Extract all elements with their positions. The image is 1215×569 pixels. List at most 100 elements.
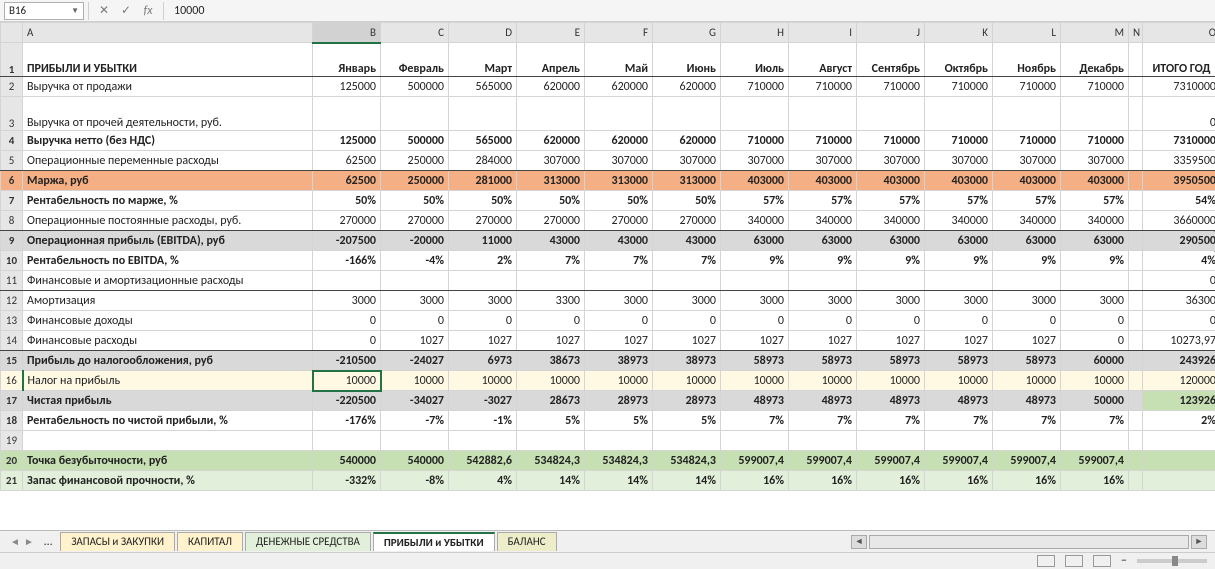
column-header-I[interactable]: I	[789, 23, 857, 43]
cell-H20[interactable]: 599007,4	[721, 451, 789, 471]
row-header-1[interactable]: 1	[1, 43, 23, 77]
column-header-D[interactable]: D	[449, 23, 517, 43]
cell-D3[interactable]	[449, 97, 517, 131]
select-all-corner[interactable]	[1, 23, 23, 43]
cell-F7[interactable]: 50%	[585, 191, 653, 211]
cancel-icon[interactable]: ✕	[93, 3, 115, 18]
scroll-right-icon[interactable]: ►	[1191, 535, 1207, 549]
cell-B2[interactable]: 125000	[313, 77, 381, 97]
cell-K11[interactable]	[925, 271, 993, 291]
cell-L13[interactable]: 0	[993, 311, 1061, 331]
cell-I16[interactable]: 10000	[789, 371, 857, 391]
cell-F20[interactable]: 534824,3	[585, 451, 653, 471]
column-header-B[interactable]: B	[313, 23, 381, 43]
cell-D10[interactable]: 2%	[449, 251, 517, 271]
cell-I20[interactable]: 599007,4	[789, 451, 857, 471]
cell-F14[interactable]: 1027	[585, 331, 653, 351]
row-header-18[interactable]: 18	[1, 411, 23, 431]
cell-A2[interactable]: Выручка от продажи	[23, 77, 313, 97]
cell-H16[interactable]: 10000	[721, 371, 789, 391]
row-header-9[interactable]: 9	[1, 231, 23, 251]
row-header-4[interactable]: 4	[1, 131, 23, 151]
cell-C19[interactable]	[381, 431, 449, 451]
cell-N17[interactable]	[1129, 391, 1143, 411]
cell-H1[interactable]: Июль	[721, 43, 789, 77]
cell-K15[interactable]: 58973	[925, 351, 993, 371]
column-header-H[interactable]: H	[721, 23, 789, 43]
cell-A12[interactable]: Амортизация	[23, 291, 313, 311]
cell-B20[interactable]: 540000	[313, 451, 381, 471]
cell-H21[interactable]: 16%	[721, 471, 789, 491]
cell-E21[interactable]: 14%	[517, 471, 585, 491]
cell-E20[interactable]: 534824,3	[517, 451, 585, 471]
cell-B6[interactable]: 62500	[313, 171, 381, 191]
cell-F19[interactable]	[585, 431, 653, 451]
cell-H3[interactable]	[721, 97, 789, 131]
cell-O20[interactable]	[1143, 451, 1215, 471]
cell-N18[interactable]	[1129, 411, 1143, 431]
cell-E10[interactable]: 7%	[517, 251, 585, 271]
cell-I12[interactable]: 3000	[789, 291, 857, 311]
cell-G13[interactable]: 0	[653, 311, 721, 331]
cell-E12[interactable]: 3300	[517, 291, 585, 311]
cell-E3[interactable]	[517, 97, 585, 131]
cell-J17[interactable]: 48973	[857, 391, 925, 411]
cell-O13[interactable]: 0	[1143, 311, 1215, 331]
cell-E15[interactable]: 38673	[517, 351, 585, 371]
cell-E4[interactable]: 620000	[517, 131, 585, 151]
cell-H19[interactable]	[721, 431, 789, 451]
cell-J18[interactable]: 7%	[857, 411, 925, 431]
cell-F15[interactable]: 38973	[585, 351, 653, 371]
cell-O18[interactable]: 2%	[1143, 411, 1215, 431]
cell-C5[interactable]: 250000	[381, 151, 449, 171]
view-normal-icon[interactable]	[1037, 555, 1055, 567]
cell-E9[interactable]: 43000	[517, 231, 585, 251]
cell-M6[interactable]: 403000	[1061, 171, 1129, 191]
row-header-12[interactable]: 12	[1, 291, 23, 311]
cell-D16[interactable]: 10000	[449, 371, 517, 391]
cell-H14[interactable]: 1027	[721, 331, 789, 351]
cell-J14[interactable]: 1027	[857, 331, 925, 351]
cell-J8[interactable]: 340000	[857, 211, 925, 231]
cell-N2[interactable]	[1129, 77, 1143, 97]
cell-K14[interactable]: 1027	[925, 331, 993, 351]
cell-G5[interactable]: 307000	[653, 151, 721, 171]
row-header-11[interactable]: 11	[1, 271, 23, 291]
tab-more[interactable]: …	[36, 535, 60, 549]
cell-A11[interactable]: Финансовые и амортизационные расходы	[23, 271, 313, 291]
cell-F18[interactable]: 5%	[585, 411, 653, 431]
cell-D20[interactable]: 542882,6	[449, 451, 517, 471]
cell-K18[interactable]: 7%	[925, 411, 993, 431]
cell-G10[interactable]: 7%	[653, 251, 721, 271]
cell-E17[interactable]: 28673	[517, 391, 585, 411]
cell-M18[interactable]: 7%	[1061, 411, 1129, 431]
cell-F8[interactable]: 270000	[585, 211, 653, 231]
cell-M13[interactable]: 0	[1061, 311, 1129, 331]
cell-C11[interactable]	[381, 271, 449, 291]
cell-A17[interactable]: Чистая прибыль	[23, 391, 313, 411]
sheet-tab[interactable]: ПРИБЫЛИ и УБЫТКИ	[373, 532, 495, 551]
cell-F9[interactable]: 43000	[585, 231, 653, 251]
cell-K8[interactable]: 340000	[925, 211, 993, 231]
formula-input[interactable]: 10000	[168, 4, 1215, 18]
cell-O7[interactable]: 54%	[1143, 191, 1215, 211]
column-header-M[interactable]: M	[1061, 23, 1129, 43]
cell-O3[interactable]: 0	[1143, 97, 1215, 131]
cell-G15[interactable]: 38973	[653, 351, 721, 371]
cell-I3[interactable]	[789, 97, 857, 131]
cell-L2[interactable]: 710000	[993, 77, 1061, 97]
row-header-3[interactable]: 3	[1, 97, 23, 131]
cell-A1[interactable]: ПРИБЫЛИ И УБЫТКИ	[23, 43, 313, 77]
cell-B12[interactable]: 3000	[313, 291, 381, 311]
cell-B3[interactable]	[313, 97, 381, 131]
cell-C10[interactable]: -4%	[381, 251, 449, 271]
cell-L3[interactable]	[993, 97, 1061, 131]
cell-B5[interactable]: 62500	[313, 151, 381, 171]
cell-B9[interactable]: -207500	[313, 231, 381, 251]
cell-N16[interactable]	[1129, 371, 1143, 391]
cell-I4[interactable]: 710000	[789, 131, 857, 151]
cell-N20[interactable]	[1129, 451, 1143, 471]
cell-M16[interactable]: 10000	[1061, 371, 1129, 391]
row-header-20[interactable]: 20	[1, 451, 23, 471]
cell-I21[interactable]: 16%	[789, 471, 857, 491]
